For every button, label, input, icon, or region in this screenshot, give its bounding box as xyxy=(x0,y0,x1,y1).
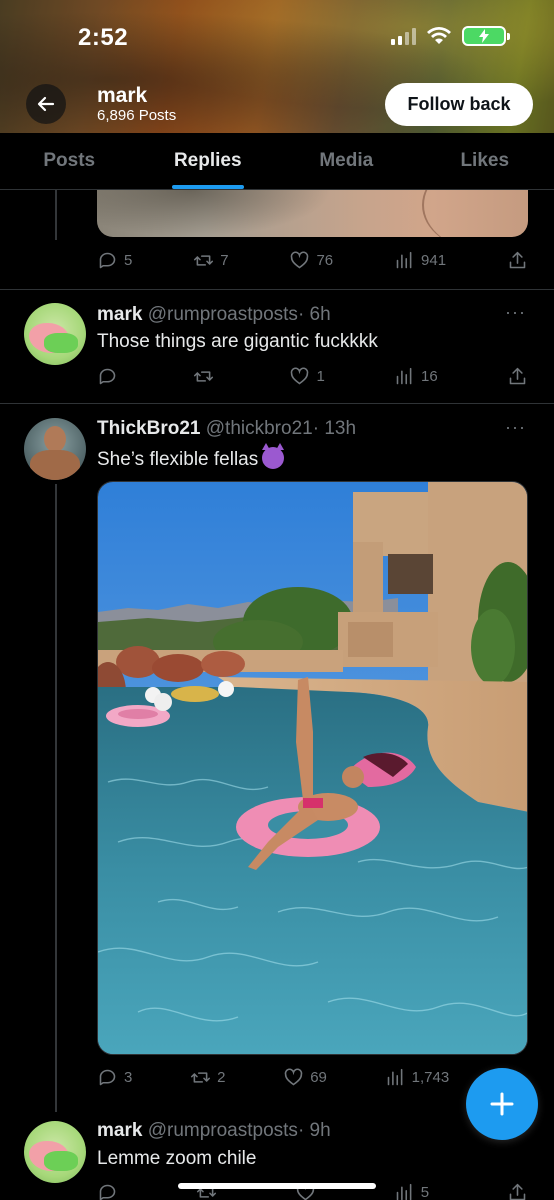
more-options-icon[interactable]: ··· xyxy=(505,302,526,323)
repost-icon xyxy=(191,1071,211,1083)
reply-count: 3 xyxy=(124,1068,133,1086)
post-time: · 13h xyxy=(312,418,357,439)
avatar[interactable] xyxy=(24,1121,86,1183)
like-button[interactable]: 69 xyxy=(283,1067,327,1088)
reply-button[interactable]: 3 xyxy=(97,1067,132,1088)
post-time: · 9h xyxy=(297,1120,331,1141)
status-icons xyxy=(391,26,510,46)
views-button[interactable]: 941 xyxy=(394,250,446,271)
tab-replies[interactable]: Replies xyxy=(139,133,278,189)
share-icon xyxy=(509,367,526,384)
arrow-left-icon xyxy=(37,96,55,112)
heart-icon xyxy=(291,367,309,384)
views-count: 16 xyxy=(421,367,438,385)
divider xyxy=(0,403,554,404)
views-icon xyxy=(387,1068,403,1085)
follow-back-button[interactable]: Follow back xyxy=(385,83,533,126)
views-button[interactable]: 1,743 xyxy=(385,1067,450,1088)
post-image[interactable] xyxy=(97,481,528,1055)
like-button[interactable]: 76 xyxy=(289,250,333,271)
post-text: Those things are gigantic fuckkkk xyxy=(97,331,378,352)
post-text: Lemme zoom chile xyxy=(97,1148,257,1169)
avatar[interactable] xyxy=(24,418,86,480)
wifi-icon xyxy=(427,27,451,44)
thread-line xyxy=(55,484,57,1112)
status-time: 2:52 xyxy=(78,24,129,51)
post-time: · 6h xyxy=(297,304,331,325)
profile-tabs: Posts Replies Media Likes xyxy=(0,133,554,190)
tab-media[interactable]: Media xyxy=(277,133,416,189)
views-button[interactable]: 16 xyxy=(394,366,438,387)
views-count: 941 xyxy=(421,251,447,269)
battery-icon xyxy=(462,26,510,46)
thread-line xyxy=(55,190,57,240)
views-button[interactable]: 5 xyxy=(394,1182,429,1200)
post-header: ThickBro21 @thickbro21· 13h xyxy=(97,418,356,440)
divider xyxy=(0,289,554,290)
views-icon xyxy=(396,1183,412,1200)
views-count: 1,743 xyxy=(411,1068,450,1086)
reply-button[interactable]: 5 xyxy=(97,250,132,271)
like-count: 69 xyxy=(310,1068,327,1086)
user-handle[interactable]: @rumproastposts xyxy=(148,304,298,325)
repost-count: 7 xyxy=(220,251,229,269)
avatar[interactable] xyxy=(24,303,86,365)
reply-count: 5 xyxy=(124,251,133,269)
display-name[interactable]: mark xyxy=(97,304,142,325)
share-button[interactable] xyxy=(507,366,528,387)
display-name[interactable]: mark xyxy=(97,1120,142,1141)
post-image-partial[interactable] xyxy=(97,190,528,237)
share-icon xyxy=(509,1183,526,1200)
smiling-imp-icon xyxy=(262,443,285,469)
post-actions: 1 16 xyxy=(97,361,528,391)
plus-icon xyxy=(490,1092,514,1116)
views-count: 5 xyxy=(420,1183,430,1200)
views-icon xyxy=(396,367,412,384)
post-text-body: She’s flexible fellas xyxy=(97,449,259,470)
views-icon xyxy=(396,251,412,268)
reply-icon xyxy=(99,1184,116,1200)
post-actions: 3 2 69 1,743 xyxy=(97,1062,528,1092)
post-actions: 5 7 76 941 xyxy=(97,245,528,275)
post-text: She’s flexible fellas xyxy=(97,443,285,471)
reply-icon xyxy=(99,1069,116,1085)
user-handle[interactable]: @thickbro21 xyxy=(206,418,313,439)
back-button[interactable] xyxy=(26,84,66,124)
repost-icon xyxy=(194,254,214,266)
repost-button[interactable]: 7 xyxy=(193,250,229,271)
share-button[interactable] xyxy=(507,250,528,271)
reply-button[interactable] xyxy=(97,366,124,387)
post-header: mark @rumproastposts· 9h xyxy=(97,1120,331,1142)
reply-icon xyxy=(99,252,116,268)
repost-count: 2 xyxy=(217,1068,226,1086)
repost-button[interactable]: 2 xyxy=(190,1067,225,1088)
share-icon xyxy=(509,251,526,268)
share-button[interactable] xyxy=(507,1182,528,1200)
tab-posts[interactable]: Posts xyxy=(0,133,139,189)
post-count: 6,896 Posts xyxy=(97,107,177,124)
post-header: mark @rumproastposts· 6h xyxy=(97,304,331,326)
reply-button[interactable] xyxy=(97,1182,118,1200)
repost-icon xyxy=(194,370,214,382)
more-options-icon[interactable]: ··· xyxy=(505,417,526,438)
like-button[interactable]: 1 xyxy=(289,366,325,387)
like-count: 1 xyxy=(316,367,325,385)
compose-post-button[interactable] xyxy=(466,1068,538,1140)
heart-icon xyxy=(291,251,309,268)
cell-signal-icon xyxy=(391,27,416,45)
profile-name: mark xyxy=(97,84,148,107)
display-name[interactable]: ThickBro21 xyxy=(97,418,200,439)
like-count: 76 xyxy=(316,251,334,269)
pool-scene-illustration xyxy=(98,482,527,1054)
home-indicator[interactable] xyxy=(178,1183,376,1189)
user-handle[interactable]: @rumproastposts xyxy=(148,1120,298,1141)
reply-icon xyxy=(99,368,116,384)
repost-button[interactable] xyxy=(193,366,220,387)
tab-likes[interactable]: Likes xyxy=(416,133,554,189)
heart-icon xyxy=(284,1068,303,1085)
